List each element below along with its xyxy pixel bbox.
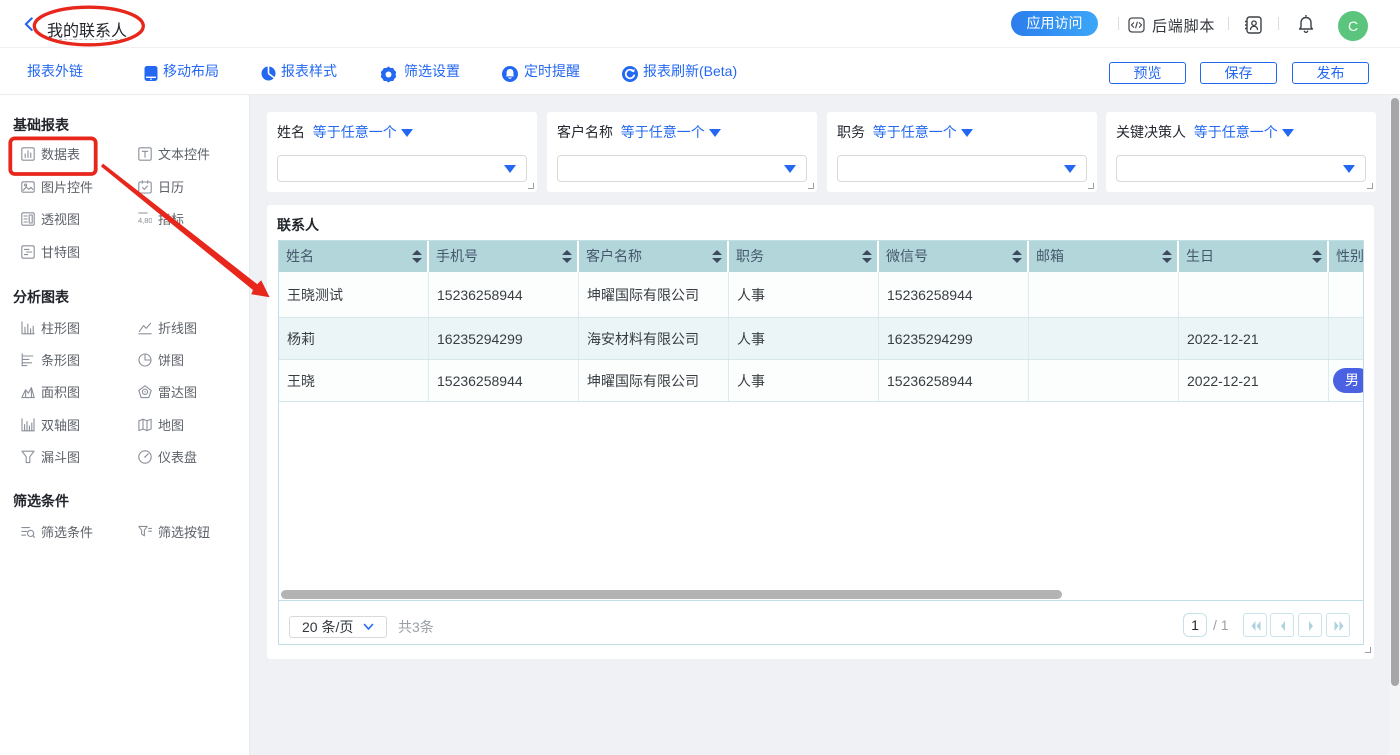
svg-text:4,80: 4,80: [138, 216, 152, 225]
